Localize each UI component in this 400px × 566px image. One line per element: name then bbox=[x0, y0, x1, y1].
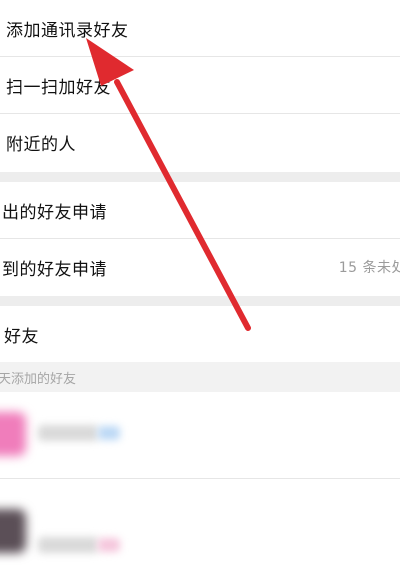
friends-item[interactable]: 好友 bbox=[0, 306, 400, 362]
blurred-contact-name bbox=[38, 425, 98, 441]
unprocessed-count-text: 15 条未处 bbox=[338, 260, 400, 276]
blurred-contact-tag bbox=[98, 426, 120, 440]
recently-added-section-header: 天添加的好友 bbox=[0, 362, 400, 392]
contact-row[interactable] bbox=[0, 392, 400, 478]
blurred-contact-name bbox=[38, 537, 98, 553]
nearby-people-item[interactable]: 附近的人 bbox=[0, 114, 400, 170]
add-contacts-friends-item[interactable]: 添加通讯录好友 bbox=[0, 0, 400, 56]
sent-friend-requests-item[interactable]: 出的好友申请 bbox=[0, 182, 400, 238]
friends-group: 好友 bbox=[0, 306, 400, 362]
add-options-group: 添加通讯录好友 扫一扫加好友 附近的人 bbox=[0, 0, 400, 172]
add-contacts-friends-label: 添加通讯录好友 bbox=[6, 20, 129, 41]
avatar bbox=[0, 509, 26, 553]
recently-added-header-text: 天添加的好友 bbox=[0, 371, 77, 387]
received-friend-requests-item[interactable]: 到的好友申请 15 条未处 bbox=[0, 239, 400, 295]
received-friend-requests-label: 到的好友申请 bbox=[2, 259, 107, 280]
contact-row[interactable] bbox=[0, 479, 400, 566]
avatar bbox=[0, 412, 26, 456]
blurred-contact-tag bbox=[98, 538, 120, 552]
nearby-people-label: 附近的人 bbox=[6, 134, 76, 155]
friend-requests-group: 出的好友申请 到的好友申请 15 条未处 bbox=[0, 182, 400, 296]
scan-add-friends-item[interactable]: 扫一扫加好友 bbox=[0, 57, 400, 113]
sent-friend-requests-label: 出的好友申请 bbox=[2, 202, 107, 223]
scan-add-friends-label: 扫一扫加好友 bbox=[6, 77, 111, 98]
friends-label: 好友 bbox=[4, 326, 39, 347]
